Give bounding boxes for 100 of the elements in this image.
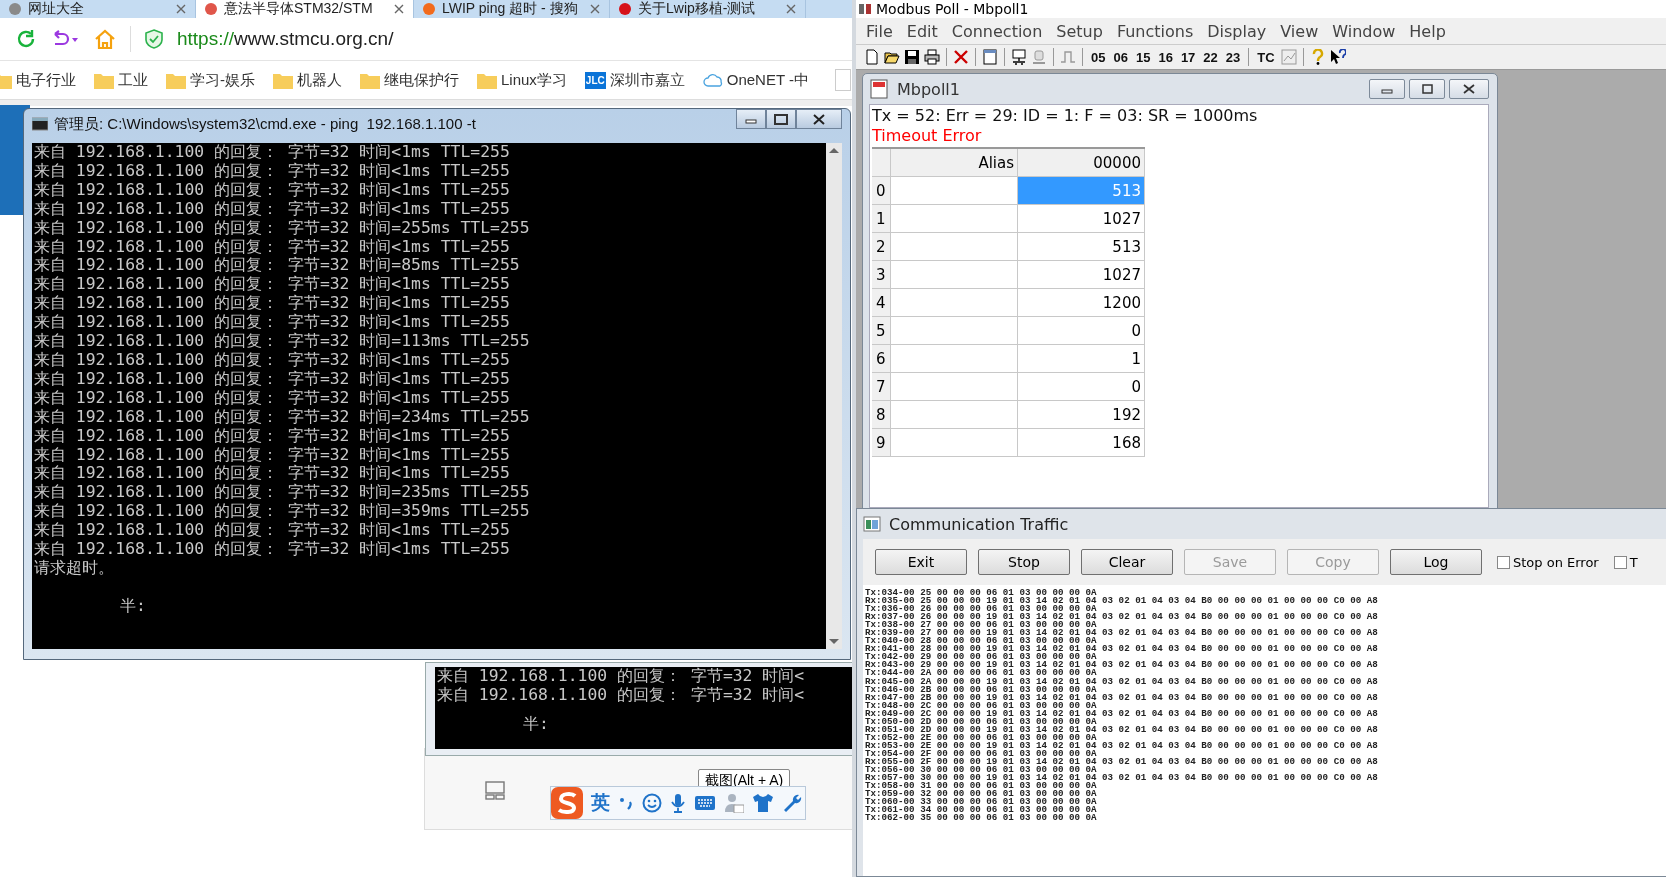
table-cell[interactable]: [891, 261, 1018, 289]
function-code-button[interactable]: 23: [1223, 49, 1243, 65]
row-header[interactable]: 2: [872, 233, 891, 261]
input-mode[interactable]: 英: [591, 790, 610, 816]
table-cell[interactable]: 1027: [1018, 205, 1145, 233]
context-help-icon[interactable]: [1329, 49, 1346, 65]
bookmark[interactable]: OneNET -中: [702, 70, 809, 90]
menu-item[interactable]: Setup: [1050, 19, 1109, 43]
table-cell[interactable]: 168: [1018, 429, 1145, 457]
save-icon[interactable]: [904, 49, 920, 65]
row-header[interactable]: 3: [872, 261, 891, 289]
bookmark-label[interactable]: 工业: [118, 70, 148, 90]
table-cell[interactable]: [891, 289, 1018, 317]
bookmark[interactable]: 学习-娱乐: [166, 70, 255, 90]
reload-icon[interactable]: [16, 29, 36, 49]
window-icon[interactable]: [982, 49, 998, 65]
test-center-button[interactable]: TC: [1255, 49, 1277, 65]
bookmark[interactable]: 继电保护行: [360, 70, 459, 90]
layout-icon[interactable]: [485, 781, 505, 800]
row-header[interactable]: 8: [872, 401, 891, 429]
row-header[interactable]: 5: [872, 317, 891, 345]
table-cell[interactable]: [891, 177, 1018, 205]
new-document-icon[interactable]: [864, 49, 880, 65]
table-cell[interactable]: 0: [1018, 373, 1145, 401]
close-button[interactable]: [1449, 79, 1489, 99]
table-cell[interactable]: 1: [1018, 345, 1145, 373]
close-icon[interactable]: [175, 3, 187, 15]
close-icon[interactable]: [393, 3, 405, 15]
table-cell[interactable]: 192: [1018, 401, 1145, 429]
table-cell[interactable]: [891, 345, 1018, 373]
restore-button[interactable]: [1409, 79, 1445, 99]
bookmark[interactable]: Linux学习: [477, 70, 567, 90]
browser-tab[interactable]: 意法半导体STM32/STM: [196, 0, 414, 18]
function-code-button[interactable]: 06: [1111, 49, 1130, 65]
bookmark-label[interactable]: 电子行业: [16, 70, 76, 90]
close-icon[interactable]: [589, 3, 601, 15]
function-code-button[interactable]: 15: [1133, 49, 1153, 65]
checkbox[interactable]: [1497, 555, 1510, 569]
close-button[interactable]: [796, 109, 842, 129]
bookmark[interactable]: JLC 深圳市嘉立: [584, 70, 685, 90]
user-icon[interactable]: [724, 793, 744, 813]
menu-item[interactable]: Connection: [945, 19, 1049, 43]
function-code-button[interactable]: 16: [1156, 49, 1175, 65]
row-header[interactable]: 7: [872, 373, 891, 401]
table-cell[interactable]: [891, 317, 1018, 345]
table-cell[interactable]: [891, 205, 1018, 233]
menu-item[interactable]: View: [1274, 19, 1325, 43]
bookmark-label[interactable]: Linux学习: [501, 70, 567, 90]
row-header[interactable]: 1: [872, 205, 891, 233]
bookmark-label[interactable]: 机器人: [297, 70, 342, 90]
toolbar-button[interactable]: Stop: [978, 549, 1070, 575]
row-header[interactable]: 4: [872, 289, 891, 317]
menu-item[interactable]: File: [860, 19, 899, 43]
bookmark[interactable]: 工业: [94, 70, 148, 90]
table-cell[interactable]: [891, 429, 1018, 457]
table-cell[interactable]: 1027: [1018, 261, 1145, 289]
table-cell[interactable]: [891, 233, 1018, 261]
bookmark-label[interactable]: 学习-娱乐: [190, 70, 255, 90]
function-code-button[interactable]: 17: [1178, 49, 1198, 65]
bookmark-label[interactable]: OneNET -中: [726, 70, 809, 90]
scrollbar[interactable]: [826, 143, 842, 649]
url-field[interactable]: https://www.stmcu.org.cn/: [177, 28, 394, 50]
menu-item[interactable]: Edit: [900, 19, 944, 43]
row-header[interactable]: 6: [872, 345, 891, 373]
bookmark-label[interactable]: 深圳市嘉立: [609, 70, 685, 90]
delete-icon[interactable]: [953, 49, 969, 65]
table-cell[interactable]: [891, 401, 1018, 429]
row-header[interactable]: 9: [872, 429, 891, 457]
bookmark-label[interactable]: 继电保护行: [384, 70, 459, 90]
print-icon[interactable]: [924, 49, 940, 65]
menu-item[interactable]: Display: [1201, 19, 1273, 43]
home-icon[interactable]: [94, 28, 116, 50]
menu-item[interactable]: Help: [1403, 19, 1452, 43]
bookmark[interactable]: 电子行业: [0, 70, 76, 90]
microphone-icon[interactable]: [670, 793, 686, 813]
console-line: 来自 192.168.1.100 的回复： 字节=32 时间=234ms TTL=255: [34, 407, 531, 427]
menu-item[interactable]: Window: [1326, 19, 1402, 43]
table-cell[interactable]: 0: [1018, 317, 1145, 345]
function-code-button[interactable]: 05: [1089, 49, 1108, 65]
table-cell[interactable]: 513: [1018, 233, 1145, 261]
row-header[interactable]: 0: [872, 177, 891, 205]
toolbar-button[interactable]: Clear: [1081, 549, 1173, 575]
maximize-button[interactable]: [766, 109, 796, 129]
menu-item[interactable]: Functions: [1110, 19, 1200, 43]
toolbar-button[interactable]: Log: [1390, 549, 1482, 575]
bookmark[interactable]: 机器人: [273, 70, 342, 90]
keyboard-icon[interactable]: [694, 793, 716, 813]
connect-icon[interactable]: [1011, 49, 1027, 65]
open-folder-icon[interactable]: [884, 49, 900, 65]
smiley-icon[interactable]: [642, 793, 662, 813]
chart-icon[interactable]: [1280, 49, 1297, 65]
checkbox[interactable]: [1613, 555, 1627, 569]
close-icon[interactable]: [785, 3, 797, 15]
minimize-button[interactable]: [1369, 79, 1405, 99]
function-code-button[interactable]: 22: [1201, 49, 1220, 65]
wrench-icon[interactable]: [782, 793, 802, 813]
toolbar-button[interactable]: Exit: [875, 549, 967, 575]
shirt-icon[interactable]: [752, 793, 774, 813]
table-cell[interactable]: 1200: [1018, 289, 1145, 317]
table-cell[interactable]: [891, 373, 1018, 401]
